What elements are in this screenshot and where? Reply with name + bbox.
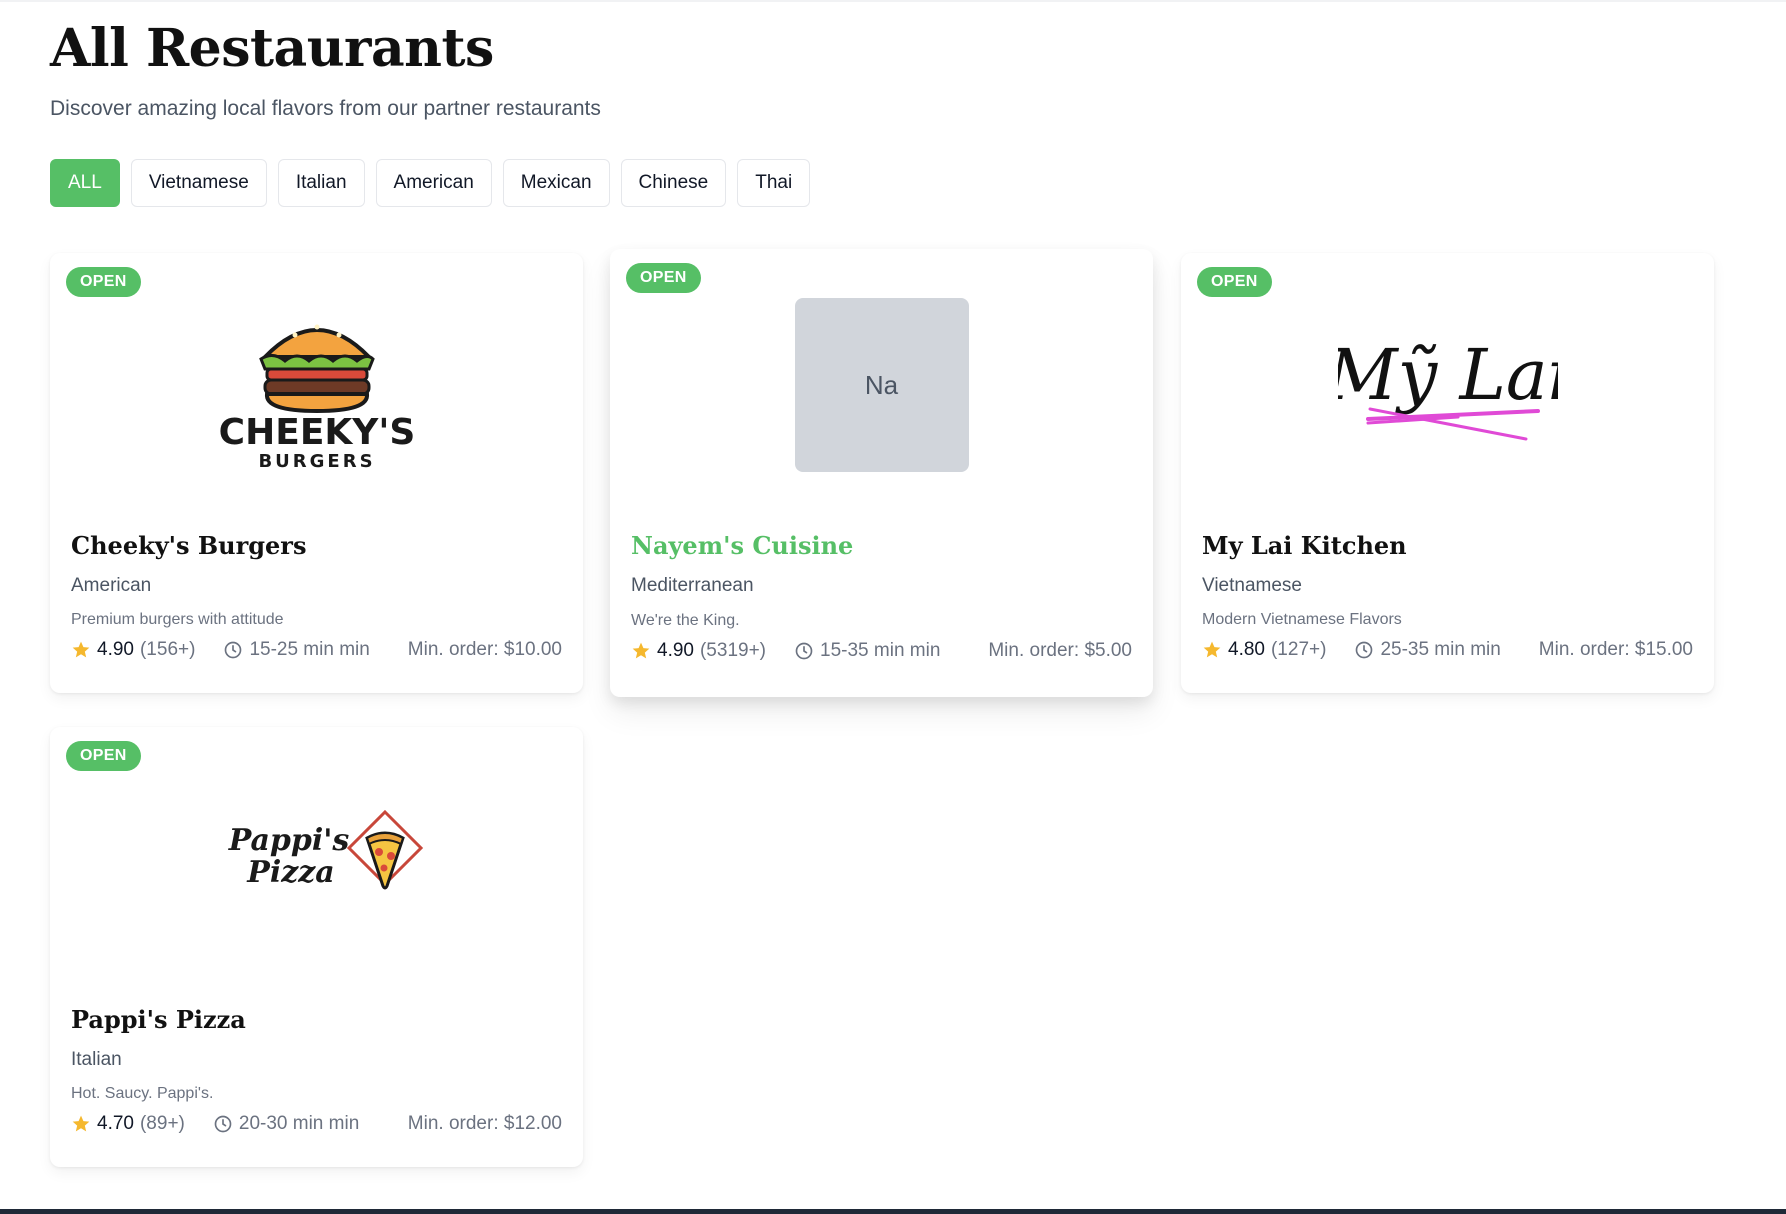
restaurant-description: We're the King. [631, 612, 740, 629]
restaurant-meta: 4.90 (156+) 15-25 min min Min. order: $1… [71, 639, 562, 661]
rating: 4.90 (156+) [71, 639, 195, 661]
page-subtitle: Discover amazing local flavors from our … [50, 97, 601, 120]
star-icon [1203, 641, 1221, 658]
filter-vietnamese[interactable]: Vietnamese [130, 159, 267, 207]
star-icon [72, 641, 90, 658]
rating-value: 4.80 [1228, 639, 1265, 660]
restaurant-logo: Mỹ Lai [1181, 291, 1714, 481]
restaurant-cuisine: Italian [71, 1049, 122, 1070]
delivery-time: 20-30 min min [213, 1113, 359, 1135]
page-title: All Restaurants [50, 18, 494, 79]
star-icon [72, 1115, 90, 1132]
rating: 4.90 (5319+) [631, 640, 766, 662]
min-order: Min. order: $5.00 [988, 640, 1132, 661]
restaurant-card-my-lai-kitchen[interactable]: OPEN Mỹ Lai My Lai Kitchen Vietnamese Mo… [1181, 253, 1714, 693]
min-order: Min. order: $15.00 [1538, 639, 1693, 660]
restaurant-logo: Pappi's Pizza [50, 765, 583, 955]
restaurant-name: Nayem's Cuisine [631, 531, 854, 560]
svg-text:CHEEKY'S: CHEEKY'S [218, 412, 415, 453]
delivery-time-text: 15-25 min min [249, 639, 370, 660]
delivery-time-text: 20-30 min min [238, 1113, 360, 1134]
restaurant-meta: 4.70 (89+) 20-30 min min Min. order: $12… [71, 1113, 562, 1135]
delivery-time: 15-25 min min [223, 639, 370, 661]
restaurant-name: My Lai Kitchen [1202, 531, 1407, 560]
restaurant-name: Pappi's Pizza [71, 1005, 246, 1034]
clock-icon [1356, 641, 1373, 659]
review-count: (127+) [1270, 639, 1327, 660]
filter-chinese[interactable]: Chinese [620, 159, 727, 207]
clock-icon [214, 1115, 232, 1133]
delivery-time-text: 15-35 min min [820, 640, 941, 661]
svg-text:BURGERS: BURGERS [258, 451, 375, 471]
restaurant-cuisine: American [71, 575, 152, 596]
filter-italian[interactable]: Italian [277, 159, 365, 207]
restaurant-card-pappis-pizza[interactable]: OPEN Pappi's Pizza Pappi's Pizza Italian… [50, 727, 583, 1167]
my-lai-logo-icon: Mỹ Lai [1338, 334, 1558, 441]
restaurants-page: All Restaurants Discover amazing local f… [0, 0, 1786, 1214]
restaurant-cuisine: Mediterranean [631, 575, 754, 596]
restaurant-cuisine: Vietnamese [1202, 575, 1302, 596]
restaurant-card-cheekys-burgers[interactable]: OPEN CHEEKY'S BURGERS Cheeky's Burgers A… [50, 253, 583, 693]
filter-mexican[interactable]: Mexican [502, 159, 610, 207]
open-status-badge: OPEN [626, 263, 701, 293]
restaurant-name: Cheeky's Burgers [71, 531, 307, 560]
star-icon [632, 642, 650, 659]
restaurant-meta: 4.90 (5319+) 15-35 min min Min. order: $… [631, 640, 1132, 662]
rating-value: 4.90 [97, 639, 134, 660]
burger-logo-icon: CHEEKY'S BURGERS [218, 324, 415, 471]
filter-american[interactable]: American [375, 159, 492, 207]
restaurant-meta: 4.80 (127+) 25-35 min min Min. order: $1… [1202, 639, 1693, 661]
svg-text:Pizza: Pizza [246, 855, 334, 890]
min-order: Min. order: $10.00 [407, 639, 562, 660]
rating: 4.80 (127+) [1202, 639, 1326, 661]
restaurant-logo: CHEEKY'S BURGERS [50, 291, 583, 481]
clock-icon [225, 641, 242, 659]
clock-icon [795, 642, 813, 660]
rating: 4.70 (89+) [71, 1113, 185, 1135]
svg-text:Pappi's: Pappi's [227, 823, 349, 858]
rating-value: 4.90 [657, 640, 694, 661]
pizza-logo-icon: Pappi's Pizza [227, 809, 423, 890]
restaurant-description: Hot. Saucy. Pappi's. [71, 1085, 214, 1102]
filter-thai[interactable]: Thai [737, 159, 811, 207]
delivery-time: 15-35 min min [794, 640, 940, 662]
rating-value: 4.70 [97, 1113, 134, 1134]
review-count: (5319+) [699, 640, 767, 661]
delivery-time: 25-35 min min [1354, 639, 1501, 661]
logo-placeholder: Na [794, 298, 969, 472]
cuisine-filter-bar: ALL Vietnamese Italian American Mexican … [50, 159, 811, 207]
filter-all[interactable]: ALL [50, 159, 120, 207]
review-count: (89+) [139, 1113, 185, 1134]
restaurant-logo: Na [610, 290, 1153, 480]
restaurant-description: Modern Vietnamese Flavors [1202, 611, 1402, 628]
restaurant-card-nayems-cuisine[interactable]: OPEN Na Nayem's Cuisine Mediterranean We… [610, 249, 1153, 697]
review-count: (156+) [139, 639, 196, 660]
restaurant-description: Premium burgers with attitude [71, 611, 284, 628]
top-divider [0, 0, 1786, 2]
min-order: Min. order: $12.00 [407, 1113, 562, 1134]
svg-text:Mỹ Lai: Mỹ Lai [1338, 334, 1558, 416]
footer-edge [0, 1209, 1786, 1214]
delivery-time-text: 25-35 min min [1380, 639, 1501, 660]
